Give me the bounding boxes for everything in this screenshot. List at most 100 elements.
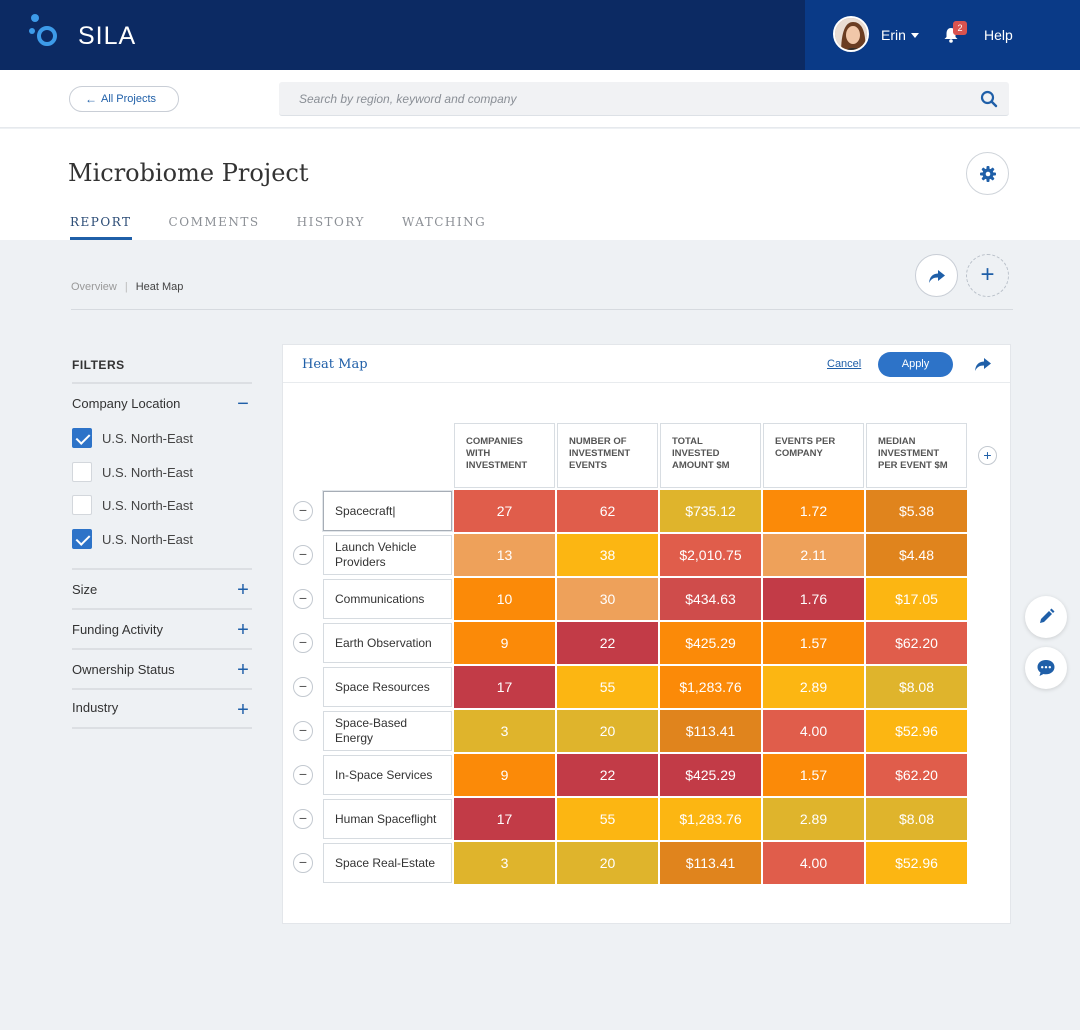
remove-row-button[interactable]: − — [293, 589, 313, 609]
search-icon[interactable] — [980, 90, 998, 108]
heat-map-cell[interactable]: $425.29 — [660, 754, 761, 796]
apply-button[interactable]: Apply — [878, 352, 953, 377]
help-link[interactable]: Help — [984, 27, 1013, 43]
heat-map-cell[interactable]: 55 — [557, 666, 658, 708]
remove-row-button[interactable]: − — [293, 677, 313, 697]
remove-row-button[interactable]: − — [293, 633, 313, 653]
tab-comments[interactable]: COMMENTS — [169, 215, 260, 240]
heat-map-cell[interactable]: 38 — [557, 534, 658, 576]
filter-company-location[interactable]: Company Location — [72, 396, 180, 411]
column-header[interactable]: MEDIAN INVESTMENT PER EVENT $M — [866, 423, 967, 488]
row-label-input[interactable]: Communications — [323, 579, 452, 619]
heat-map-cell[interactable]: 30 — [557, 578, 658, 620]
heat-map-cell[interactable]: 17 — [454, 798, 555, 840]
cancel-link[interactable]: Cancel — [827, 358, 861, 370]
heat-map-cell[interactable]: $5.38 — [866, 490, 967, 532]
remove-row-button[interactable]: − — [293, 809, 313, 829]
heat-map-cell[interactable]: 62 — [557, 490, 658, 532]
row-label-input[interactable]: Human Spaceflight — [323, 799, 452, 839]
row-label-input[interactable]: Earth Observation — [323, 623, 452, 663]
share-button[interactable] — [915, 254, 958, 297]
heat-map-cell[interactable]: 20 — [557, 842, 658, 884]
remove-row-button[interactable]: − — [293, 853, 313, 873]
row-label-input[interactable]: Spacecraft| — [323, 491, 452, 531]
checkbox-location-3[interactable] — [72, 495, 92, 515]
edit-button[interactable] — [1025, 596, 1067, 638]
heat-map-cell[interactable]: $113.41 — [660, 710, 761, 752]
tab-history[interactable]: HISTORY — [297, 215, 365, 240]
filter-industry[interactable]: Industry — [72, 700, 118, 715]
remove-row-button[interactable]: − — [293, 765, 313, 785]
heat-map-cell[interactable]: 4.00 — [763, 842, 864, 884]
column-header[interactable]: TOTAL INVESTED AMOUNT $M — [660, 423, 761, 488]
heat-map-cell[interactable]: 55 — [557, 798, 658, 840]
row-label-input[interactable]: Space-Based Energy — [323, 711, 452, 751]
remove-row-button[interactable]: − — [293, 721, 313, 741]
remove-row-button[interactable]: − — [293, 545, 313, 565]
heat-map-cell[interactable]: 1.57 — [763, 754, 864, 796]
expand-plus-icon[interactable]: + — [235, 700, 251, 720]
column-header[interactable]: COMPANIES WITH INVESTMENT — [454, 423, 555, 488]
checkbox-location-1[interactable] — [72, 428, 92, 448]
tab-report[interactable]: REPORT — [70, 215, 132, 240]
tab-watching[interactable]: WATCHING — [402, 215, 486, 240]
collapse-minus-icon[interactable]: − — [235, 394, 251, 414]
add-column-button[interactable]: + — [978, 446, 997, 465]
column-header[interactable]: NUMBER OF INVESTMENT EVENTS — [557, 423, 658, 488]
filter-size[interactable]: Size — [72, 582, 97, 597]
heat-map-cell[interactable]: 17 — [454, 666, 555, 708]
heat-map-cell[interactable]: $8.08 — [866, 666, 967, 708]
heat-map-cell[interactable]: 3 — [454, 842, 555, 884]
column-header[interactable]: EVENTS PER COMPANY — [763, 423, 864, 488]
heat-map-cell[interactable]: 9 — [454, 622, 555, 664]
heat-map-cell[interactable]: 13 — [454, 534, 555, 576]
heat-map-cell[interactable]: 20 — [557, 710, 658, 752]
heat-map-cell[interactable]: $113.41 — [660, 842, 761, 884]
heat-map-cell[interactable]: 2.11 — [763, 534, 864, 576]
heat-map-cell[interactable]: $1,283.76 — [660, 666, 761, 708]
row-label-input[interactable]: Launch Vehicle Providers — [323, 535, 452, 575]
heat-map-cell[interactable]: 22 — [557, 754, 658, 796]
checkbox-location-4[interactable] — [72, 529, 92, 549]
heat-map-cell[interactable]: 9 — [454, 754, 555, 796]
filter-ownership-status[interactable]: Ownership Status — [72, 662, 175, 677]
heat-map-cell[interactable]: $52.96 — [866, 842, 967, 884]
heat-map-cell[interactable]: $425.29 — [660, 622, 761, 664]
heat-map-cell[interactable]: 27 — [454, 490, 555, 532]
heat-map-cell[interactable]: $52.96 — [866, 710, 967, 752]
heat-map-cell[interactable]: $4.48 — [866, 534, 967, 576]
heat-map-cell[interactable]: 1.76 — [763, 578, 864, 620]
row-label-input[interactable]: Space Resources — [323, 667, 452, 707]
heat-map-cell[interactable]: $434.63 — [660, 578, 761, 620]
chat-button[interactable] — [1025, 647, 1067, 689]
heat-map-cell[interactable]: $62.20 — [866, 622, 967, 664]
heat-map-cell[interactable]: 3 — [454, 710, 555, 752]
heat-map-cell[interactable]: $1,283.76 — [660, 798, 761, 840]
all-projects-button[interactable]: ← All Projects — [69, 86, 179, 112]
heat-map-cell[interactable]: 22 — [557, 622, 658, 664]
row-label-input[interactable]: In-Space Services — [323, 755, 452, 795]
row-label-input[interactable]: Space Real-Estate — [323, 843, 452, 883]
expand-plus-icon[interactable]: + — [235, 620, 251, 640]
user-name[interactable]: Erin — [881, 27, 906, 43]
heat-map-cell[interactable]: $8.08 — [866, 798, 967, 840]
remove-row-button[interactable]: − — [293, 501, 313, 521]
heat-map-cell[interactable]: $735.12 — [660, 490, 761, 532]
expand-plus-icon[interactable]: + — [235, 580, 251, 600]
share-icon[interactable] — [974, 355, 992, 373]
user-avatar[interactable] — [833, 16, 869, 52]
add-button[interactable]: + — [966, 254, 1009, 297]
heat-map-cell[interactable]: 1.57 — [763, 622, 864, 664]
breadcrumb-overview[interactable]: Overview — [71, 281, 117, 293]
heat-map-cell[interactable]: $62.20 — [866, 754, 967, 796]
expand-plus-icon[interactable]: + — [235, 660, 251, 680]
search-input[interactable] — [279, 82, 1009, 116]
heat-map-cell[interactable]: 10 — [454, 578, 555, 620]
filter-funding-activity[interactable]: Funding Activity — [72, 622, 163, 637]
heat-map-cell[interactable]: 2.89 — [763, 666, 864, 708]
heat-map-cell[interactable]: 1.72 — [763, 490, 864, 532]
chevron-down-icon[interactable] — [911, 33, 919, 38]
heat-map-cell[interactable]: 4.00 — [763, 710, 864, 752]
heat-map-cell[interactable]: $2,010.75 — [660, 534, 761, 576]
checkbox-location-2[interactable] — [72, 462, 92, 482]
